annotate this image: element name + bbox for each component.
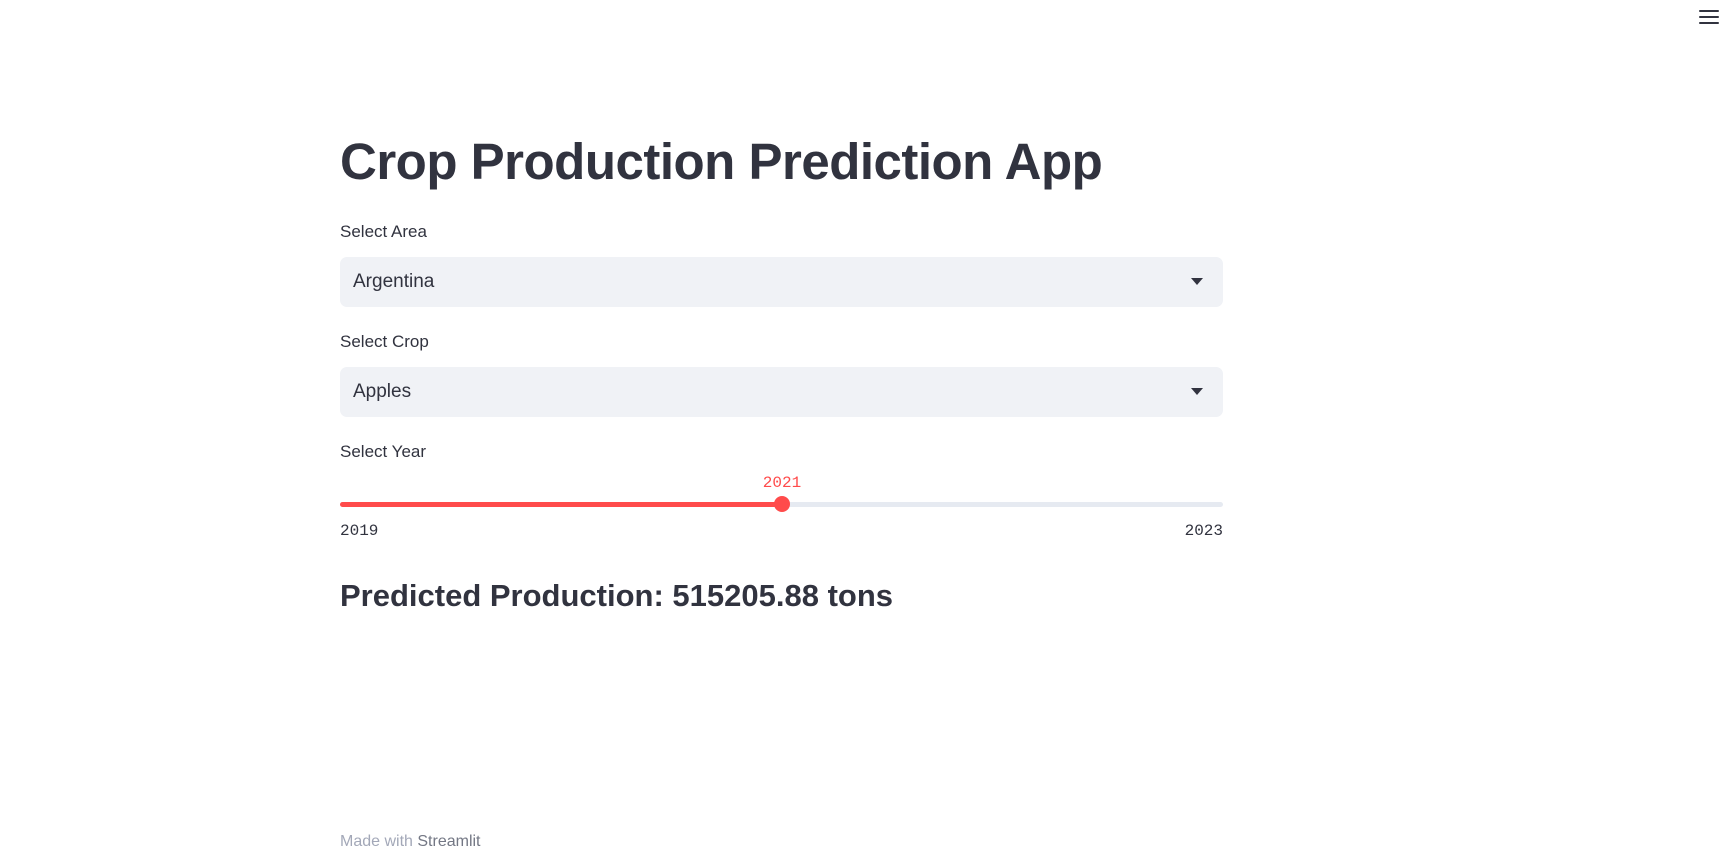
- menu-line: [1699, 16, 1719, 18]
- slider-current-value: 2021: [762, 474, 802, 492]
- hamburger-menu-icon[interactable]: [1699, 6, 1721, 28]
- slider-min-label: 2019: [340, 522, 379, 540]
- year-label: Select Year: [340, 442, 427, 461]
- slider-thumb[interactable]: [774, 496, 790, 512]
- footer: Made with Streamlit: [340, 833, 481, 851]
- area-select[interactable]: Argentina: [340, 257, 1223, 307]
- streamlit-link[interactable]: Streamlit: [417, 833, 480, 850]
- year-slider[interactable]: 2021 2019 2023: [340, 474, 1223, 544]
- footer-prefix: Made with: [340, 833, 413, 850]
- page-title: Crop Production Prediction App: [340, 133, 1103, 190]
- crop-select-value: Apples: [353, 381, 412, 402]
- slider-fill: [340, 502, 782, 507]
- menu-line: [1699, 22, 1719, 24]
- crop-select[interactable]: Apples: [340, 367, 1223, 417]
- chevron-down-icon: [1191, 278, 1203, 285]
- slider-max-label: 2023: [1184, 522, 1223, 540]
- menu-line: [1699, 10, 1719, 12]
- area-select-value: Argentina: [353, 271, 435, 292]
- crop-label: Select Crop: [340, 332, 429, 351]
- prediction-result: Predicted Production: 515205.88 tons: [340, 578, 894, 613]
- area-label: Select Area: [340, 222, 427, 241]
- chevron-down-icon: [1191, 388, 1203, 395]
